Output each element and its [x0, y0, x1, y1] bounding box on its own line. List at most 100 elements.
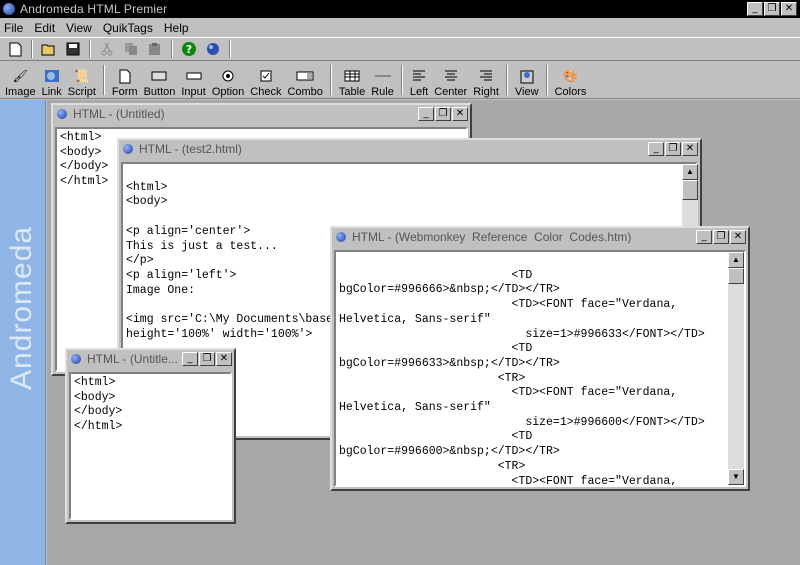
image-button[interactable]: 🖌 Image — [2, 62, 39, 98]
colors-icon: 🎨 — [563, 69, 578, 83]
code-editor[interactable]: <TD bgColor=#996666>&nbsp;</TD></TR> <TD… — [334, 250, 746, 487]
editor-window-untitled-2[interactable]: HTML - (Untitle... _ ❐ ✕ <html> <body> <… — [65, 348, 236, 524]
form-button[interactable]: Form — [109, 62, 141, 98]
web-globe-icon[interactable] — [202, 39, 224, 59]
app-minimize-button[interactable]: _ — [747, 2, 763, 16]
app-close-button[interactable]: ✕ — [781, 2, 797, 16]
maximize-button[interactable]: ❐ — [435, 107, 451, 121]
table-button[interactable]: Table — [336, 62, 368, 98]
open-icon[interactable] — [38, 39, 60, 59]
window-titlebar[interactable]: HTML - (Untitle... _ ❐ ✕ — [67, 350, 234, 368]
script-icon: 📜 — [74, 69, 90, 83]
vertical-scrollbar[interactable]: ▲ ▼ — [728, 252, 744, 485]
minimize-button[interactable]: _ — [648, 142, 664, 156]
option-button[interactable]: Option — [209, 62, 247, 98]
window-globe-icon — [71, 354, 81, 364]
align-right-button[interactable]: Right — [470, 62, 502, 98]
app-globe-icon[interactable] — [3, 3, 15, 15]
window-titlebar[interactable]: HTML - (Webmonkey Reference Color Codes.… — [332, 228, 748, 246]
colors-label: Colors — [554, 86, 587, 98]
paste-icon[interactable] — [144, 39, 166, 59]
check-label: Check — [250, 86, 282, 98]
save-icon[interactable] — [62, 39, 84, 59]
toolbar-separator — [102, 65, 105, 95]
close-button[interactable]: ✕ — [452, 107, 468, 121]
menu-file[interactable]: File — [4, 21, 23, 35]
option-label: Option — [211, 86, 245, 98]
check-button[interactable]: Check — [247, 62, 284, 98]
toolbar-separator — [545, 65, 548, 95]
combo-icon — [296, 68, 314, 84]
align-left-icon — [412, 68, 426, 84]
scroll-down-arrow[interactable]: ▼ — [728, 469, 744, 485]
menu-edit[interactable]: Edit — [34, 21, 55, 35]
script-button[interactable]: 📜 Script — [65, 62, 99, 98]
colors-button[interactable]: 🎨 Colors — [552, 62, 590, 98]
help-icon[interactable]: ? — [178, 39, 200, 59]
scroll-up-arrow[interactable]: ▲ — [682, 164, 698, 180]
toolbar-separator — [400, 65, 403, 95]
window-titlebar[interactable]: HTML - (Untitled) _ ❐ ✕ — [53, 105, 470, 123]
scroll-up-arrow[interactable]: ▲ — [728, 252, 744, 268]
toolbar-separator — [89, 40, 91, 58]
maximize-button[interactable]: ❐ — [199, 352, 215, 366]
button-icon — [151, 68, 167, 84]
menu-help[interactable]: Help — [164, 21, 189, 35]
window-globe-icon — [336, 232, 346, 242]
view-icon — [519, 68, 535, 84]
tag-toolbar: 🖌 Image Link 📜 Script Form Button Input Op… — [0, 61, 800, 99]
editor-window-webmonkey[interactable]: HTML - (Webmonkey Reference Color Codes.… — [330, 226, 750, 491]
image-icon: 🖌 — [12, 69, 28, 83]
window-title: HTML - (Untitled) — [73, 107, 165, 121]
app-title: Andromeda HTML Premier — [20, 2, 168, 16]
window-title: HTML - (test2.html) — [139, 142, 242, 156]
rule-label: Rule — [371, 86, 394, 98]
close-button[interactable]: ✕ — [682, 142, 698, 156]
close-button[interactable]: ✕ — [216, 352, 232, 366]
window-titlebar[interactable]: HTML - (test2.html) _ ❐ ✕ — [119, 140, 700, 158]
close-button[interactable]: ✕ — [730, 230, 746, 244]
window-globe-icon — [123, 144, 133, 154]
toolbar-separator — [171, 40, 173, 58]
menu-view[interactable]: View — [66, 21, 92, 35]
sidebar-brand: Andromeda — [5, 225, 38, 390]
maximize-button[interactable]: ❐ — [665, 142, 681, 156]
code-editor[interactable]: <html> <body> </body> </html> — [69, 372, 232, 520]
standard-toolbar: ? — [0, 37, 800, 61]
scroll-thumb[interactable] — [728, 268, 744, 284]
window-title: HTML - (Untitle... — [87, 352, 178, 366]
combo-button[interactable]: Combo — [284, 62, 325, 98]
link-label: Link — [41, 86, 62, 98]
align-center-label: Center — [434, 86, 468, 98]
sidebar: Andromeda — [0, 100, 46, 565]
align-right-icon — [479, 68, 493, 84]
copy-icon[interactable] — [120, 39, 142, 59]
minimize-button[interactable]: _ — [696, 230, 712, 244]
window-globe-icon — [57, 109, 67, 119]
input-button[interactable]: Input — [178, 62, 208, 98]
button-button[interactable]: Button — [141, 62, 179, 98]
menu-quiktags[interactable]: QuikTags — [103, 21, 153, 35]
link-icon — [44, 68, 60, 84]
toolbar-separator — [31, 40, 33, 58]
cut-icon[interactable] — [96, 39, 118, 59]
app-titlebar: Andromeda HTML Premier _ ❐ ✕ — [0, 0, 800, 18]
rule-button[interactable]: Rule — [368, 62, 397, 98]
scroll-thumb[interactable] — [682, 180, 698, 200]
minimize-button[interactable]: _ — [418, 107, 434, 121]
toolbar-separator — [505, 65, 508, 95]
form-label: Form — [111, 86, 138, 98]
svg-text:?: ? — [186, 43, 192, 56]
view-label: View — [514, 86, 539, 98]
app-restore-button[interactable]: ❐ — [764, 2, 780, 16]
menu-bar: File Edit View QuikTags Help — [0, 18, 800, 37]
toolbar-separator — [229, 40, 231, 58]
align-left-button[interactable]: Left — [407, 62, 431, 98]
minimize-button[interactable]: _ — [182, 352, 198, 366]
button-label: Button — [143, 86, 176, 98]
align-center-button[interactable]: Center — [431, 62, 470, 98]
view-button[interactable]: View — [512, 62, 542, 98]
new-icon[interactable] — [4, 39, 26, 59]
maximize-button[interactable]: ❐ — [713, 230, 729, 244]
link-button[interactable]: Link — [39, 62, 65, 98]
